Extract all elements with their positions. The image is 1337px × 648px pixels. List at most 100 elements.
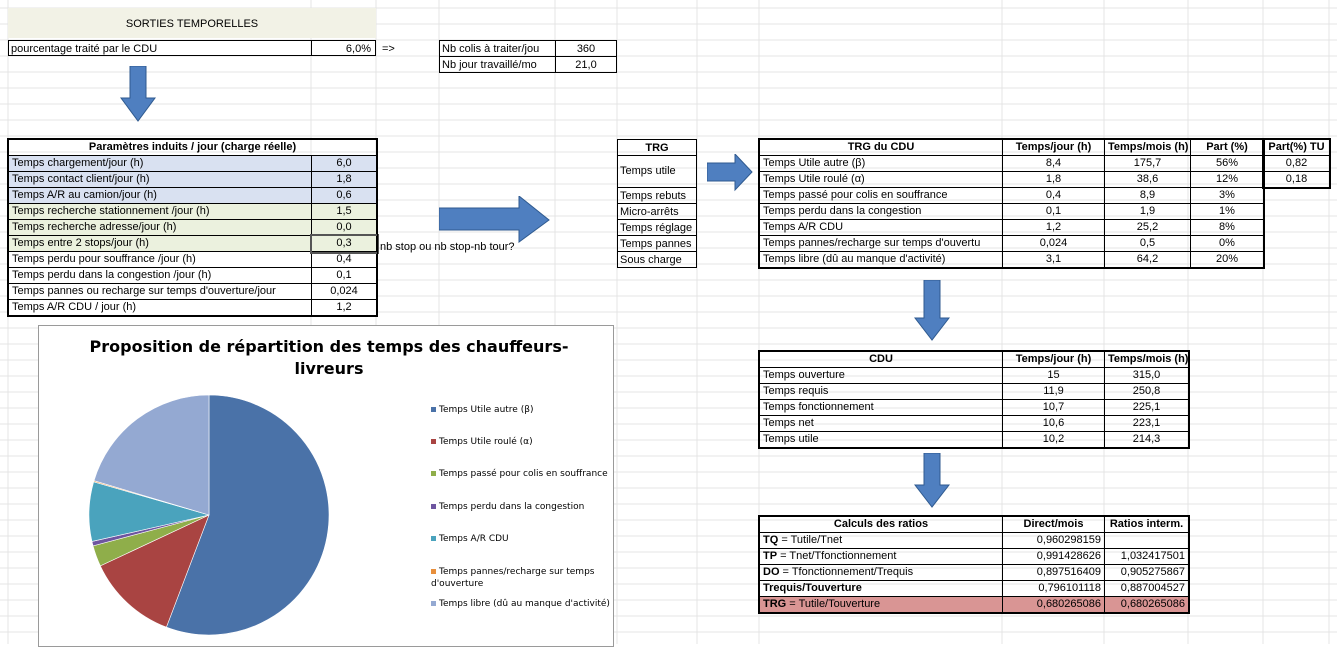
params-value[interactable]: 0,6 <box>311 187 377 204</box>
ratio-direct: 0,897516409 <box>1002 564 1105 581</box>
params-value[interactable]: 0,0 <box>311 219 377 236</box>
table-header: Temps/jour (h) <box>1002 139 1105 156</box>
row-label: Temps utile <box>759 431 1003 448</box>
params-row: Temps recherche adresse/jour (h) 0,0 <box>8 219 377 236</box>
params-label: Temps A/R CDU / jour (h) <box>8 299 312 316</box>
part-tu-table: Part(%) TU 0,82 0,18 <box>1262 138 1331 189</box>
legend-swatch <box>431 601 436 606</box>
row-value: 10,7 <box>1002 399 1105 416</box>
row-value: 11,9 <box>1002 383 1105 400</box>
legend-item: Temps pannes/recharge sur temps d'ouvert… <box>431 566 611 590</box>
params-label: Temps pannes ou recharge sur temps d'ouv… <box>8 283 312 300</box>
params-value[interactable]: 1,5 <box>311 203 377 220</box>
table-row: TP = Tnet/Tfonctionnement 0,991428626 1,03… <box>759 548 1189 565</box>
trg-list-title: TRG <box>617 139 697 156</box>
params-value[interactable]: 0,3 <box>309 233 379 254</box>
ratio-label-rest: = Tfonctionnement/Trequis <box>779 566 914 578</box>
params-value[interactable]: 1,8 <box>311 171 377 188</box>
params-row: Temps A/R CDU / jour (h) 1,2 <box>8 299 377 316</box>
row-value: 223,1 <box>1104 415 1189 432</box>
table-row: Temps utile 10,2 214,3 <box>759 431 1189 448</box>
params-label: Temps entre 2 stops/jour (h) <box>8 235 312 252</box>
table-row: Temps Utile autre (β) 8,4 175,7 56% <box>759 155 1264 172</box>
row-value: 38,6 <box>1104 171 1191 188</box>
row-value: 214,3 <box>1104 431 1189 448</box>
params-row: Temps perdu pour souffrance /jour (h) 0,4 <box>8 251 377 268</box>
trg-list-item: Temps réglage <box>617 219 697 236</box>
legend-label: Temps libre (dû au manque d'activité) <box>439 599 610 609</box>
pct-label: pourcentage traité par le CDU <box>8 40 312 56</box>
sheet-title: SORTIES TEMPORELLES <box>8 8 376 38</box>
table-header: Direct/mois <box>1002 516 1105 533</box>
ratio-direct: 0,680265086 <box>1002 596 1105 613</box>
pct-value[interactable]: 6,0% <box>311 40 376 56</box>
table-row: Temps requis 11,9 250,8 <box>759 383 1189 400</box>
legend-item: Temps Utile roulé (α) <box>431 436 611 448</box>
ratio-label: TP = Tnet/Tfonctionnement <box>759 548 1003 565</box>
params-value[interactable]: 0,4 <box>311 251 377 268</box>
params-label: Temps chargement/jour (h) <box>8 155 312 172</box>
params-label: Temps contact client/jour (h) <box>8 171 312 188</box>
params-label: Temps perdu pour souffrance /jour (h) <box>8 251 312 268</box>
jours-label: Nb jour travaillé/mo <box>439 56 556 73</box>
table-header: TRG du CDU <box>759 139 1003 156</box>
legend-label: Temps perdu dans la congestion <box>439 502 585 512</box>
row-value: 8,9 <box>1104 187 1191 204</box>
ratio-label-rest: = Tnet/Tfonctionnement <box>777 550 897 562</box>
params-value[interactable]: 6,0 <box>311 155 377 172</box>
params-value[interactable]: 0,1 <box>311 267 377 284</box>
params-value[interactable]: 0,024 <box>311 283 377 300</box>
right-arrow-small-icon <box>707 154 753 192</box>
row-value: 3% <box>1190 187 1264 204</box>
row-value: 315,0 <box>1104 367 1189 384</box>
legend-swatch <box>431 569 436 574</box>
ratio-label-rest: = Tutile/Tnet <box>778 534 843 546</box>
table-header: CDU <box>759 351 1003 368</box>
params-row: Temps entre 2 stops/jour (h) 0,3 <box>8 233 379 254</box>
row-value: 1,2 <box>1002 219 1105 236</box>
trg-list-item: Sous charge <box>617 251 697 268</box>
params-note: nb stop ou nb stop-nb tour? <box>380 241 515 253</box>
row-value: 0,5 <box>1104 235 1191 252</box>
ratio-direct: 0,960298159 <box>1002 532 1105 549</box>
part-tu-0: 0,82 <box>1263 155 1330 172</box>
row-label: Temps ouverture <box>759 367 1003 384</box>
row-value: 15 <box>1002 367 1105 384</box>
legend-swatch <box>431 439 436 444</box>
row-value: 10,6 <box>1002 415 1105 432</box>
row-value: 56% <box>1190 155 1264 172</box>
row-value: 1% <box>1190 203 1264 220</box>
down-arrow-icon <box>120 66 156 122</box>
row-value: 8% <box>1190 219 1264 236</box>
table-row: Temps net 10,6 223,1 <box>759 415 1189 432</box>
row-value: 64,2 <box>1104 251 1191 268</box>
params-value[interactable]: 1,2 <box>311 299 377 316</box>
ratio-label-bold: DO <box>763 566 780 578</box>
table-row: DO = Tfonctionnement/Trequis 0,897516409 0… <box>759 564 1189 581</box>
pie-chart[interactable]: Proposition de répartition des temps des… <box>38 325 614 647</box>
legend-item: Temps libre (dû au manque d'activité) <box>431 598 611 610</box>
row-label: Temps perdu dans la congestion <box>759 203 1003 220</box>
params-label: Temps A/R au camion/jour (h) <box>8 187 312 204</box>
table-row: Temps passé pour colis en souffrance 0,4 8… <box>759 187 1264 204</box>
row-label: Temps fonctionnement <box>759 399 1003 416</box>
table-row: Temps pannes/recharge sur temps d'ouvert… <box>759 235 1264 252</box>
arrow-text: => <box>382 43 395 55</box>
params-label: Temps recherche adresse/jour (h) <box>8 219 312 236</box>
legend-label: Temps pannes/recharge sur temps d'ouvert… <box>431 567 595 589</box>
table-row: Temps perdu dans la congestion 0,1 1,9 1% <box>759 203 1264 220</box>
colis-value[interactable]: 360 <box>555 40 617 57</box>
params-label: Temps perdu dans la congestion /jour (h) <box>8 267 312 284</box>
table-header: Temps/mois (h) <box>1104 139 1191 156</box>
trg-list-item: Temps utile <box>617 155 697 188</box>
legend-item: Temps Utile autre (β) <box>431 404 611 416</box>
ratio-label-rest: = Tutile/Touverture <box>786 598 881 610</box>
jours-value[interactable]: 21,0 <box>555 56 617 73</box>
legend-swatch <box>431 471 436 476</box>
part-tu-1: 0,18 <box>1263 171 1330 188</box>
params-row: Temps contact client/jour (h) 1,8 <box>8 171 377 188</box>
table-header: Temps/jour (h) <box>1002 351 1105 368</box>
ratio-label-bold: TQ <box>763 534 779 546</box>
down-arrow-icon-3 <box>914 453 950 508</box>
table-row: TQ = Tutile/Tnet 0,960298159 <box>759 532 1189 549</box>
